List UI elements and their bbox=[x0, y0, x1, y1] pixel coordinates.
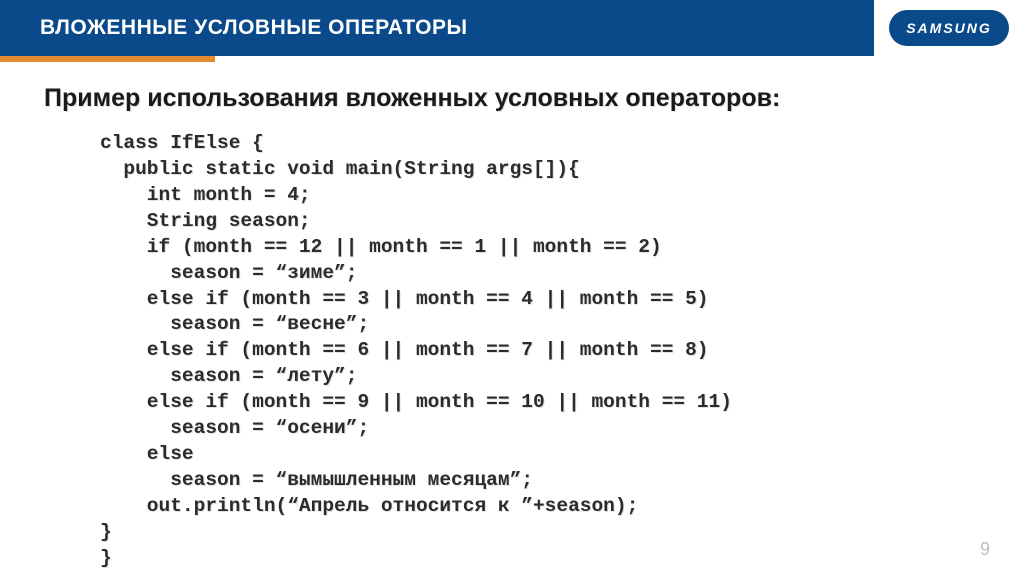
content-area: Пример использования вложенных условных … bbox=[0, 56, 1024, 572]
slide-title: ВЛОЖЕННЫЕ УСЛОВНЫЕ ОПЕРАТОРЫ bbox=[40, 16, 468, 40]
logo-container: SAMSUNG bbox=[874, 0, 1024, 56]
accent-bar bbox=[0, 56, 215, 62]
header-bar: ВЛОЖЕННЫЕ УСЛОВНЫЕ ОПЕРАТОРЫ SAMSUNG bbox=[0, 0, 1024, 56]
page-number: 9 bbox=[980, 539, 990, 560]
samsung-logo: SAMSUNG bbox=[889, 10, 1009, 46]
subtitle: Пример использования вложенных условных … bbox=[44, 84, 980, 113]
code-block: class IfElse { public static void main(S… bbox=[100, 131, 980, 572]
